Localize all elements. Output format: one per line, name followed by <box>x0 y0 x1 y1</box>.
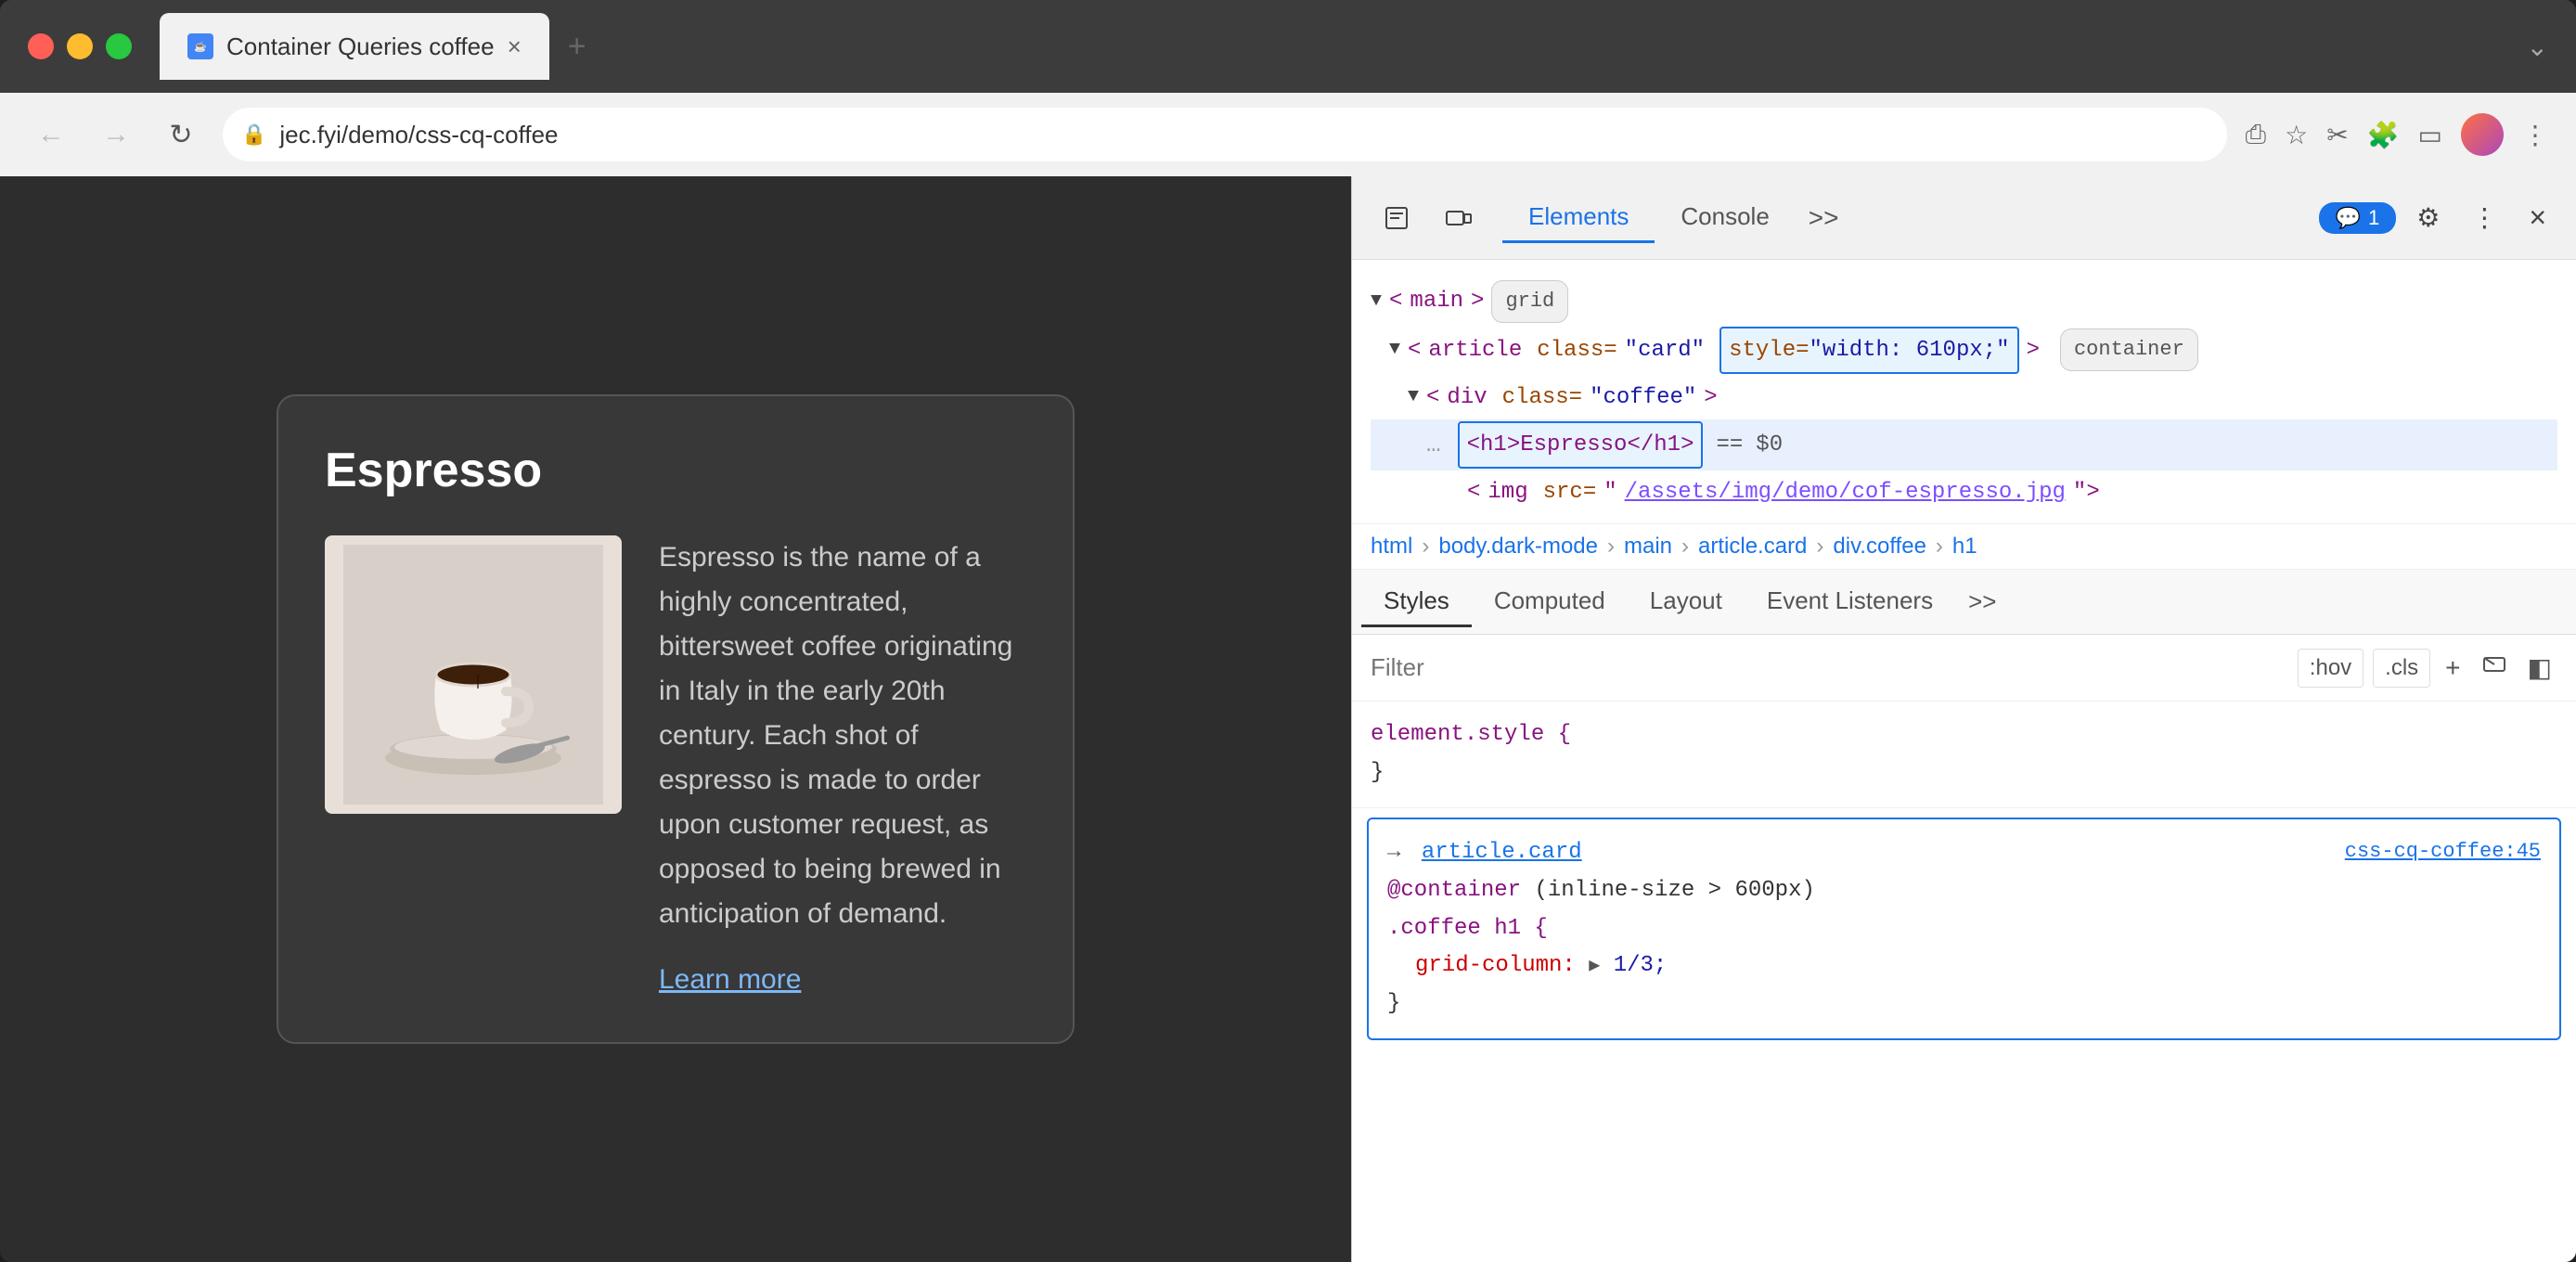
filter-actions: :hov .cls + ◧ <box>2298 646 2557 689</box>
inspector-icon[interactable] <box>1371 192 1423 244</box>
svg-text:☕: ☕ <box>194 40 207 53</box>
at-container: @container <box>1387 878 1521 903</box>
bookmark-icon[interactable]: ☆ <box>2285 120 2308 150</box>
container-arrow-icon: → <box>1387 840 1400 865</box>
dom-main-line[interactable]: ▼ <main> grid <box>1371 278 2557 325</box>
content-area: Espresso <box>0 176 2576 1262</box>
tab-title: Container Queries coffee <box>226 32 495 61</box>
breadcrumb-main[interactable]: main <box>1624 534 1672 560</box>
style-toggle-icon[interactable] <box>2476 646 2513 689</box>
coffee-h1-selector: .coffee h1 { <box>1387 910 2541 948</box>
address-actions: ⎙ ☆ ✂ 🧩 ▭ ⋮ <box>2246 113 2548 156</box>
lock-icon: 🔒 <box>241 122 266 147</box>
webpage: Espresso <box>0 176 1351 1262</box>
breadcrumb-bar: html › body.dark-mode › main › article.c… <box>1352 524 2576 570</box>
tab-favicon: ☕ <box>187 33 213 59</box>
sub-tabs-more[interactable]: >> <box>1955 587 2009 616</box>
sub-tabs: Styles Computed Layout Event Listeners >… <box>1352 570 2576 635</box>
img-src-link[interactable]: /assets/img/demo/cof-espresso.jpg <box>1625 472 2066 512</box>
dollar-zero: $0 <box>1756 425 1783 465</box>
breakpoint-icon[interactable]: ◧ <box>2522 647 2557 689</box>
tab-elements[interactable]: Elements <box>1502 193 1655 243</box>
styles-panel: element.style { } css-cq-coffee:45 → art… <box>1352 702 2576 1262</box>
maximize-button[interactable] <box>106 33 132 59</box>
url-bar[interactable]: 🔒 jec.fyi/demo/css-cq-coffee <box>223 108 2227 161</box>
tabs-more[interactable]: >> <box>1796 203 1852 233</box>
container-condition: (inline-size > 600px) <box>1534 878 1814 903</box>
devtools-panel: Elements Console >> 💬 1 ⚙ ⋮ × <box>1351 176 2576 1262</box>
learn-more-link[interactable]: Learn more <box>659 964 1026 996</box>
dom-article-line[interactable]: ▼ <article class="card" style="width: 61… <box>1371 325 2557 376</box>
extensions-icon[interactable]: 🧩 <box>2367 120 2400 150</box>
back-button[interactable]: ← <box>28 111 74 158</box>
browser-menu-chevron[interactable]: ⌄ <box>2527 32 2548 62</box>
share-icon[interactable]: ⎙ <box>2246 120 2266 150</box>
breadcrumb-article[interactable]: article.card <box>1698 534 1807 560</box>
address-bar: ← → ↻ 🔒 jec.fyi/demo/css-cq-coffee ⎙ ☆ ✂… <box>0 93 2576 176</box>
tab-event-listeners[interactable]: Event Listeners <box>1745 577 1955 627</box>
grid-badge: grid <box>1491 280 1568 323</box>
browser-window: ☕ Container Queries coffee × + ⌄ ← → ↻ 🔒… <box>0 0 2576 1262</box>
card-title: Espresso <box>325 443 1026 498</box>
dom-h1-line[interactable]: … <h1>Espresso</h1> == $0 <box>1371 419 2557 470</box>
style-attr-highlight: style="width: 610px;" <box>1719 327 2018 374</box>
grid-column-prop: grid-column: <box>1415 953 1576 978</box>
espresso-card: Espresso <box>277 394 1075 1044</box>
url-text: jec.fyi/demo/css-cq-coffee <box>279 121 558 149</box>
grid-column-val: 1/3; <box>1614 953 1668 978</box>
tab-close-button[interactable]: × <box>508 32 522 61</box>
sidebar-icon[interactable]: ▭ <box>2418 120 2442 150</box>
title-bar: ☕ Container Queries coffee × + ⌄ <box>0 0 2576 93</box>
espresso-image <box>325 535 622 814</box>
devtools-toolbar: Elements Console >> 💬 1 ⚙ ⋮ × <box>1352 176 2576 260</box>
tab-styles[interactable]: Styles <box>1361 577 1472 627</box>
user-avatar[interactable] <box>2461 113 2504 156</box>
chrome-menu-icon[interactable]: ⋮ <box>2522 120 2548 150</box>
dom-img-line[interactable]: <img src=" /assets/img/demo/cof-espresso… <box>1371 470 2557 514</box>
devtools-tabs: Elements Console >> <box>1493 193 2310 243</box>
container-rule-close: } <box>1387 985 2541 1024</box>
new-tab-button[interactable]: + <box>549 29 605 65</box>
breadcrumb-div[interactable]: div.coffee <box>1833 534 1926 560</box>
cut-icon[interactable]: ✂ <box>2326 120 2348 150</box>
refresh-button[interactable]: ↻ <box>158 111 204 158</box>
breadcrumb-body[interactable]: body.dark-mode <box>1438 534 1598 560</box>
card-body: Espresso is the name of a highly concent… <box>325 535 1026 996</box>
container-rule-box: css-cq-coffee:45 → article.card @contain… <box>1367 818 2561 1040</box>
notification-badge[interactable]: 💬 1 <box>2319 202 2397 234</box>
filter-input[interactable] <box>1371 653 2288 682</box>
container-query-line: @container (inline-size > 600px) <box>1387 872 2541 910</box>
card-description: Espresso is the name of a highly concent… <box>659 535 1026 996</box>
tab-bar: ☕ Container Queries coffee × + <box>160 13 2508 80</box>
container-badge: container <box>2060 328 2198 371</box>
devtools-menu-icon[interactable]: ⋮ <box>2460 202 2508 233</box>
device-toggle-icon[interactable] <box>1432 192 1484 244</box>
tab-layout[interactable]: Layout <box>1628 577 1745 627</box>
forward-button[interactable]: → <box>93 111 139 158</box>
filter-bar: :hov .cls + ◧ <box>1352 635 2576 702</box>
file-reference[interactable]: css-cq-coffee:45 <box>2345 834 2541 869</box>
settings-icon[interactable]: ⚙ <box>2405 202 2451 233</box>
h1-selected: <h1>Espresso</h1> <box>1458 421 1704 469</box>
hov-filter[interactable]: :hov <box>2298 649 2363 688</box>
expand-arrow-icon[interactable]: ▶ <box>1589 956 1600 977</box>
card-text: Espresso is the name of a highly concent… <box>659 535 1026 936</box>
traffic-lights <box>28 33 132 59</box>
breadcrumb-h1[interactable]: h1 <box>1952 534 1977 560</box>
close-button[interactable] <box>28 33 54 59</box>
tab-console[interactable]: Console <box>1655 193 1795 243</box>
active-tab[interactable]: ☕ Container Queries coffee × <box>160 13 549 80</box>
devtools-close-button[interactable]: × <box>2518 200 2557 235</box>
element-style-selector: element.style { <box>1371 722 1571 747</box>
cls-filter[interactable]: .cls <box>2373 649 2430 688</box>
grid-column-rule: grid-column: ▶ 1/3; <box>1387 947 2541 985</box>
minimize-button[interactable] <box>67 33 93 59</box>
article-card-link[interactable]: article.card <box>1422 840 1582 865</box>
element-style-rule: element.style { } <box>1352 702 2576 808</box>
breadcrumb-html[interactable]: html <box>1371 534 1412 560</box>
add-style-icon[interactable]: + <box>2440 648 2466 689</box>
tab-computed[interactable]: Computed <box>1472 577 1628 627</box>
dom-tree: ▼ <main> grid ▼ <article class="card" st… <box>1352 260 2576 524</box>
dom-div-line[interactable]: ▼ <div class="coffee" > <box>1371 376 2557 419</box>
